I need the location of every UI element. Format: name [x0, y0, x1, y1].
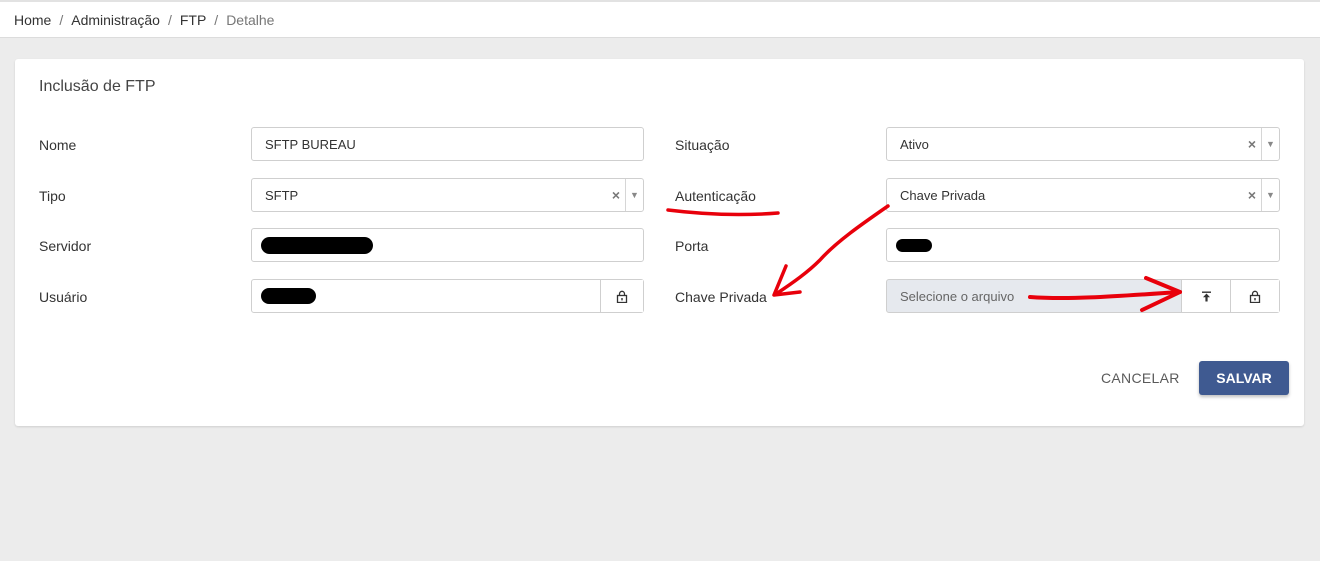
situacao-label: Situação	[675, 137, 730, 153]
tipo-clear-icon[interactable]: ×	[607, 187, 625, 203]
autenticacao-chevron-down-icon[interactable]: ▼	[1261, 179, 1279, 211]
redaction-mark	[261, 288, 316, 304]
cancel-button[interactable]: CANCELAR	[1101, 361, 1180, 395]
upload-icon	[1201, 291, 1211, 301]
tipo-label: Tipo	[39, 188, 66, 204]
breadcrumb-administracao-link[interactable]: Administração	[71, 12, 160, 28]
autenticacao-clear-icon[interactable]: ×	[1243, 187, 1261, 203]
chave-privada-placeholder: Selecione o arquivo	[900, 288, 1015, 304]
autenticacao-selected-value: Chave Privada	[900, 187, 986, 203]
autenticacao-label: Autenticação	[675, 188, 756, 204]
lock-icon	[1249, 290, 1261, 303]
servidor-label: Servidor	[39, 238, 92, 254]
tipo-chevron-down-icon[interactable]: ▼	[625, 179, 643, 211]
autenticacao-select[interactable]: Chave Privada × ▼	[886, 178, 1280, 212]
chave-privada-lock-button[interactable]	[1230, 280, 1279, 312]
breadcrumb-ftp-link[interactable]: FTP	[180, 12, 206, 28]
usuario-lock-button[interactable]	[599, 280, 643, 312]
situacao-select[interactable]: Ativo × ▼	[886, 127, 1280, 161]
nome-label: Nome	[39, 137, 77, 153]
breadcrumb-separator: /	[59, 11, 64, 28]
servidor-field[interactable]	[251, 228, 644, 262]
situacao-selected-value: Ativo	[900, 136, 929, 152]
lock-icon	[616, 290, 627, 303]
breadcrumb-separator: /	[214, 11, 219, 28]
redaction-mark	[261, 237, 373, 254]
tipo-select[interactable]: SFTP × ▼	[251, 178, 644, 212]
nome-field[interactable]	[251, 127, 644, 161]
tipo-selected-value: SFTP	[265, 187, 299, 203]
upload-button[interactable]	[1181, 280, 1230, 312]
breadcrumb-current: Detalhe	[226, 11, 275, 28]
usuario-field[interactable]	[251, 279, 644, 313]
situacao-clear-icon[interactable]: ×	[1243, 136, 1261, 152]
ftp-form-card: Inclusão de FTP Nome Tipo SFTP × ▼ Servi…	[15, 59, 1304, 426]
porta-input[interactable]	[887, 229, 1279, 261]
situacao-chevron-down-icon[interactable]: ▼	[1261, 128, 1279, 160]
nome-input[interactable]	[252, 128, 643, 160]
breadcrumb-separator: /	[167, 11, 172, 28]
porta-label: Porta	[675, 238, 709, 254]
breadcrumb: Home / Administração / FTP / Detalhe	[0, 0, 1320, 38]
save-button[interactable]: SALVAR	[1199, 361, 1289, 395]
breadcrumb-home-link[interactable]: Home	[14, 12, 51, 28]
redaction-mark	[896, 239, 932, 252]
usuario-label: Usuário	[39, 289, 88, 305]
chave-privada-label: Chave Privada	[675, 289, 767, 305]
porta-field[interactable]	[886, 228, 1280, 262]
page-title: Inclusão de FTP	[39, 78, 156, 95]
chave-privada-file-field[interactable]: Selecione o arquivo	[886, 279, 1280, 313]
